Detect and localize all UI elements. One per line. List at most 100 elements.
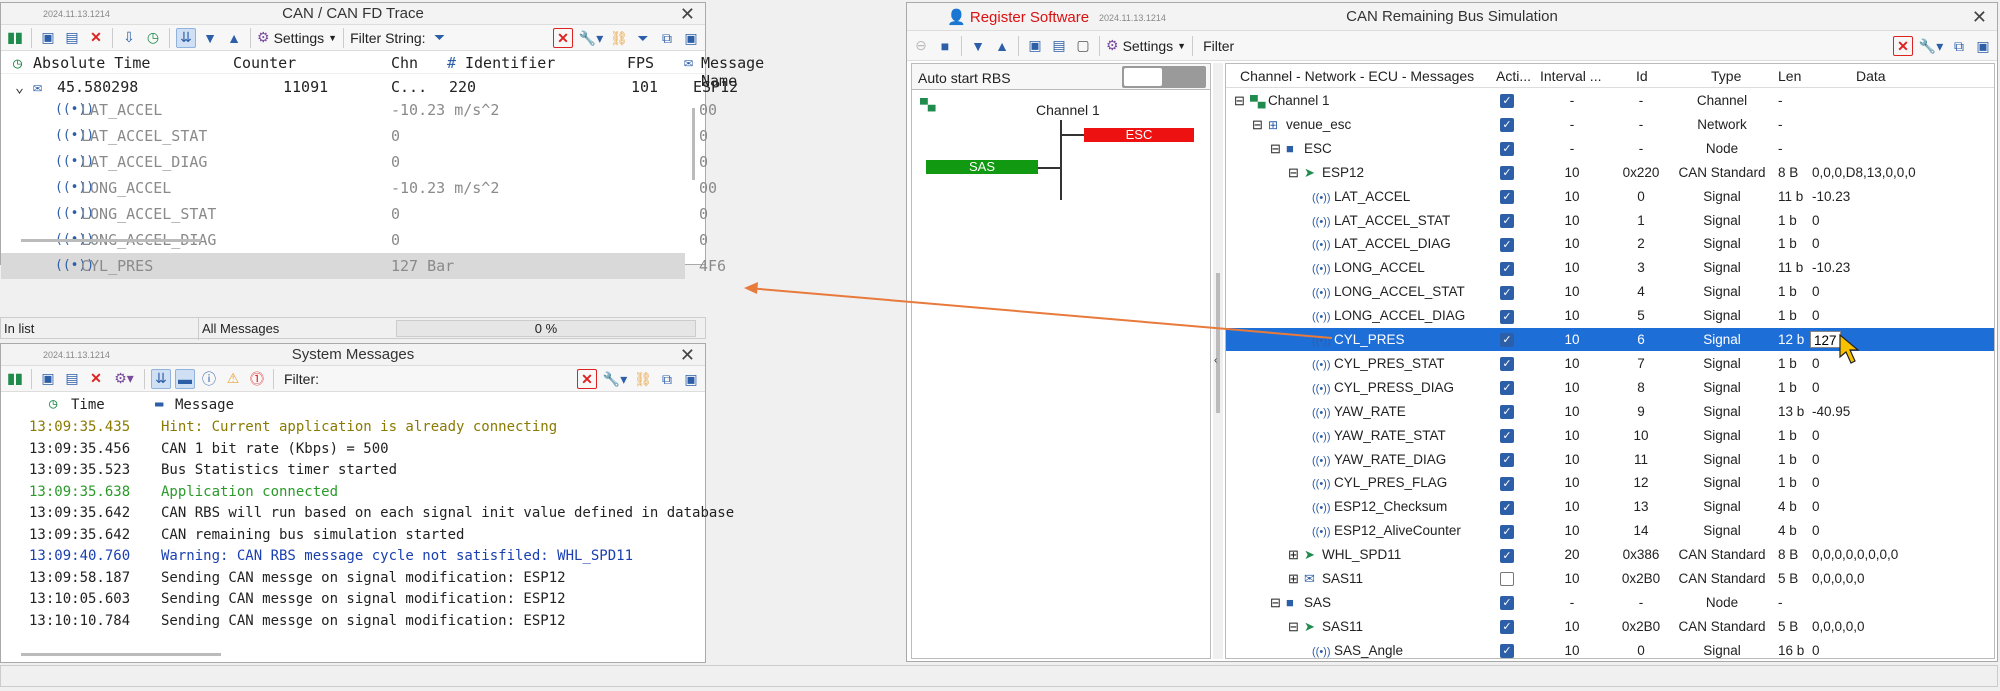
active-checkbox[interactable]: ✓ (1500, 137, 1514, 160)
active-checkbox[interactable]: ✓ (1500, 209, 1514, 232)
header-tree[interactable]: Channel - Network - ECU - Messages (1240, 68, 1474, 84)
undock-icon[interactable]: ⧉ (657, 369, 677, 389)
wrench-icon[interactable]: 🔧▾ (1917, 36, 1945, 56)
active-checkbox[interactable]: ✓ (1500, 400, 1514, 423)
tree-row[interactable]: ⊟ ▀▄ Channel 1 ✓ - - Channel - (1226, 89, 1994, 112)
active-checkbox[interactable]: ✓ (1500, 113, 1514, 136)
active-checkbox[interactable]: ✓ (1500, 352, 1514, 375)
warning-icon[interactable]: ⚠ (223, 369, 243, 389)
trace-signal-row[interactable]: ((•)) LAT_ACCEL -10.23 m/s^2 00 (1, 97, 717, 123)
expand-toggle-icon[interactable]: ⊟ (1270, 591, 1281, 614)
active-checkbox[interactable]: ✓ (1500, 543, 1514, 566)
stop-icon[interactable]: ■ (935, 36, 955, 56)
expand-toggle-icon[interactable]: ⊞ (1288, 567, 1299, 590)
undock-icon[interactable]: ⧉ (657, 28, 677, 48)
float-icon[interactable]: ▣ (681, 369, 701, 389)
tree-row[interactable]: ⊟ ■ ESC ✓ - - Node - (1226, 137, 1994, 160)
tree-row[interactable]: ((•)) LONG_ACCEL_STAT ✓ 10 4 Signal 1 b 0 (1226, 280, 1994, 303)
ecu-sas-block[interactable]: SAS (926, 160, 1038, 174)
header-identifier[interactable]: Identifier (465, 54, 555, 72)
header-type[interactable]: Type (1711, 68, 1741, 84)
select-some-icon[interactable]: ▤ (1049, 36, 1069, 56)
tree-row[interactable]: ((•)) YAW_RATE_STAT ✓ 10 10 Signal 1 b 0 (1226, 424, 1994, 447)
tree-row[interactable]: ((•)) CYL_PRES_FLAG ✓ 10 12 Signal 1 b 0 (1226, 471, 1994, 494)
expand-toggle-icon[interactable]: ⊟ (1252, 113, 1263, 136)
expand-toggle-icon[interactable]: ⊟ (1234, 89, 1245, 112)
arrow-up-icon[interactable]: ▲ (224, 28, 244, 48)
clear-filter-icon[interactable]: ✕ (577, 369, 597, 389)
clear-filter-icon[interactable]: ✕ (553, 28, 573, 48)
filter-icon[interactable]: ⏷ (633, 28, 653, 48)
collapse-icon[interactable]: ‹ (1214, 355, 1217, 366)
header-fps[interactable]: FPS (627, 54, 654, 72)
active-checkbox[interactable]: ✓ (1500, 376, 1514, 399)
rbs-close-button[interactable]: ✕ (1972, 7, 1987, 28)
tree-row[interactable]: ⊞ ✉ SAS11 10 0x2B0 CAN Standard 5 B 0,0,0,0,0 (1226, 567, 1994, 590)
header-counter[interactable]: Counter (233, 54, 296, 72)
trace-signal-row[interactable]: ((•)) LONG_ACCEL_STAT 0 0 (1, 201, 708, 227)
active-checkbox[interactable]: ✓ (1500, 232, 1514, 255)
tree-row[interactable]: ((•)) LONG_ACCEL_DIAG ✓ 10 5 Signal 1 b 0 (1226, 304, 1994, 327)
arrow-down-icon[interactable]: ▼ (200, 28, 220, 48)
tree-row[interactable]: ((•)) YAW_RATE ✓ 10 9 Signal 13 b -40.95 (1226, 400, 1994, 423)
tree-row[interactable]: ((•)) LAT_ACCEL_DIAG ✓ 10 2 Signal 1 b 0 (1226, 232, 1994, 255)
splitter[interactable]: ‹ (1213, 63, 1223, 659)
select-all-icon[interactable]: ▣ (1025, 36, 1045, 56)
trace-signal-row[interactable]: ((•)) LAT_ACCEL_DIAG 0 0 (1, 149, 708, 175)
save-as-icon[interactable]: ▤ (62, 369, 82, 389)
clear-filter-icon[interactable]: ✕ (1893, 36, 1913, 56)
ecu-esc-block[interactable]: ESC (1084, 128, 1194, 142)
system-close-button[interactable]: ✕ (680, 345, 695, 366)
header-message-name[interactable]: Message Name (701, 54, 764, 90)
wrench-icon[interactable]: 🔧▾ (577, 28, 605, 48)
header-len[interactable]: Len (1778, 68, 1801, 84)
system-message-row[interactable]: 13:09:35.456 CAN 1 bit rate (Kbps) = 500 (1, 439, 705, 460)
tree-row[interactable]: ((•)) ESP12_Checksum ✓ 10 13 Signal 4 b 0 (1226, 495, 1994, 518)
expand-toggle-icon[interactable]: ⊟ (1288, 161, 1299, 184)
settings-button[interactable]: ⚙ Settings ▼ (257, 29, 337, 46)
tree-row[interactable]: ⊟ ➤ ESP12 ✓ 10 0x220 CAN Standard 8 B 0,0,0,D8,1… (1226, 161, 1994, 184)
trace-vscrollbar[interactable] (692, 108, 695, 180)
trace-hscrollbar[interactable] (21, 239, 201, 242)
system-message-row[interactable]: 13:09:58.187 Sending CAN messge on signal… (1, 568, 705, 589)
pause-icon[interactable]: ▮▮ (5, 369, 25, 389)
active-checkbox[interactable]: ✓ (1500, 185, 1514, 208)
system-message-row[interactable]: 13:09:35.642 CAN RBS will run based on ea… (1, 503, 734, 524)
active-checkbox[interactable]: ✓ (1500, 161, 1514, 184)
trace-signal-row[interactable]: ((•)) CYL_PRES 127 Bar 4F6 (1, 253, 726, 279)
active-checkbox[interactable]: ✓ (1500, 256, 1514, 279)
link-icon[interactable]: ⛓ (633, 369, 653, 389)
scroll-lock-icon[interactable]: ⇊ (151, 368, 171, 389)
active-checkbox[interactable]: ✓ (1500, 591, 1514, 614)
system-message-row[interactable]: 13:10:05.603 Sending CAN messge on signal… (1, 589, 705, 610)
active-checkbox[interactable]: ✓ (1500, 495, 1514, 518)
trace-signal-row[interactable]: ((•)) LONG_ACCEL -10.23 m/s^2 00 (1, 175, 717, 201)
undock-icon[interactable]: ⧉ (1949, 36, 1969, 56)
tree-row[interactable]: ((•)) SAS_Angle ✓ 10 0 Signal 16 b 0 (1226, 639, 1994, 658)
active-checkbox[interactable]: ✓ (1500, 280, 1514, 303)
active-checkbox[interactable]: ✓ (1500, 89, 1514, 112)
register-software-link[interactable]: 👤 Register Software (947, 8, 1089, 26)
info-icon[interactable]: ⓘ (199, 369, 219, 389)
scroll-lock-icon[interactable]: ⇊ (176, 27, 196, 48)
stop-circle-icon[interactable]: ⊖ (911, 36, 931, 56)
tree-row[interactable]: ((•)) YAW_RATE_DIAG ✓ 10 11 Signal 1 b 0 (1226, 448, 1994, 471)
system-message-row[interactable]: 13:09:35.435 Hint: Current application is… (1, 417, 705, 438)
comment-icon[interactable]: ▬ (175, 368, 195, 389)
system-message-row[interactable]: 13:10:10.784 Sending CAN messge on signal… (1, 611, 705, 632)
expand-toggle-icon[interactable]: ⊟ (1288, 615, 1299, 638)
tree-row[interactable]: ⊞ ➤ WHL_SPD11 ✓ 20 0x386 CAN Standard 8 B 0,0,0,… (1226, 543, 1994, 566)
arrow-down-icon[interactable]: ▼ (968, 36, 988, 56)
tree-row[interactable]: ((•)) CYL_PRES_STAT ✓ 10 7 Signal 1 b 0 (1226, 352, 1994, 375)
active-checkbox[interactable]: ✓ (1500, 519, 1514, 542)
active-checkbox[interactable] (1500, 567, 1514, 590)
header-chn[interactable]: Chn (391, 54, 418, 72)
header-active[interactable]: Acti... (1496, 68, 1531, 84)
splitter-handle[interactable] (1216, 273, 1220, 413)
tree-row[interactable]: ((•)) LAT_ACCEL_STAT ✓ 10 1 Signal 1 b 0 (1226, 209, 1994, 232)
link-icon[interactable]: ⛓ (609, 28, 629, 48)
active-checkbox[interactable]: ✓ (1500, 328, 1514, 351)
active-checkbox[interactable]: ✓ (1500, 615, 1514, 638)
active-checkbox[interactable]: ✓ (1500, 424, 1514, 447)
system-hscrollbar[interactable] (21, 653, 221, 656)
